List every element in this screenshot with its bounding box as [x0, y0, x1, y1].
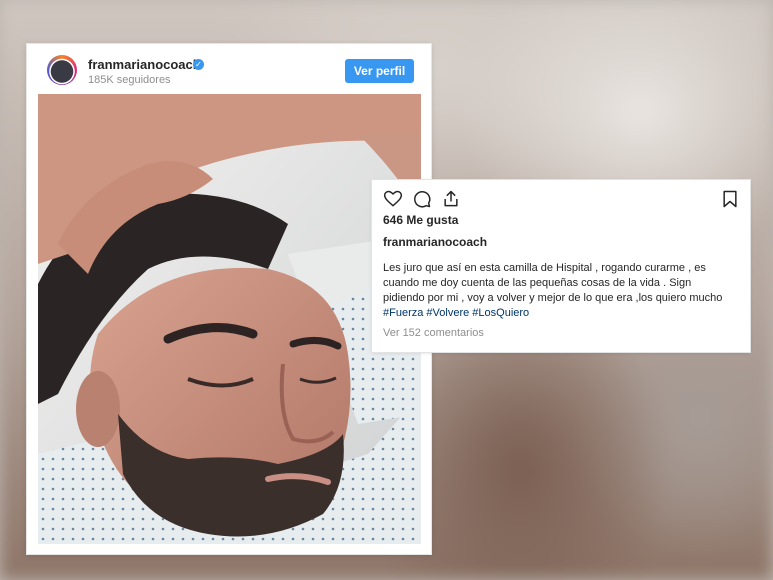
follower-count: 185K seguidores — [88, 74, 171, 86]
hashtag-link[interactable]: #LosQuiero — [472, 307, 529, 319]
photo-illustration — [38, 94, 421, 544]
bookmark-icon[interactable] — [720, 189, 740, 209]
verified-badge-icon: ✓ — [193, 59, 204, 70]
like-count[interactable]: 646 Me gusta — [383, 213, 458, 227]
post-details-panel: 646 Me gusta franmarianocoach Les juro q… — [372, 180, 750, 352]
comment-icon[interactable] — [412, 189, 432, 209]
caption-username[interactable]: franmarianocoach — [383, 235, 487, 249]
heart-icon[interactable] — [383, 189, 403, 209]
post-photo — [38, 94, 421, 544]
username[interactable]: franmarianocoach — [88, 57, 201, 72]
hashtag-link[interactable]: #Fuerza — [383, 307, 423, 319]
instagram-post-card: franmarianocoach ✓ 185K seguidores Ver p… — [27, 44, 431, 554]
post-header: franmarianocoach ✓ 185K seguidores Ver p… — [27, 44, 431, 94]
avatar[interactable] — [47, 55, 77, 85]
hashtag-link[interactable]: #Volvere — [426, 307, 469, 319]
view-profile-button[interactable]: Ver perfil — [345, 59, 414, 83]
view-comments-link[interactable]: Ver 152 comentarios — [383, 327, 484, 339]
post-caption: Les juro que así en esta camilla de Hisp… — [383, 261, 733, 321]
share-icon[interactable] — [441, 189, 461, 209]
caption-text: Les juro que así en esta camilla de Hisp… — [383, 262, 723, 304]
